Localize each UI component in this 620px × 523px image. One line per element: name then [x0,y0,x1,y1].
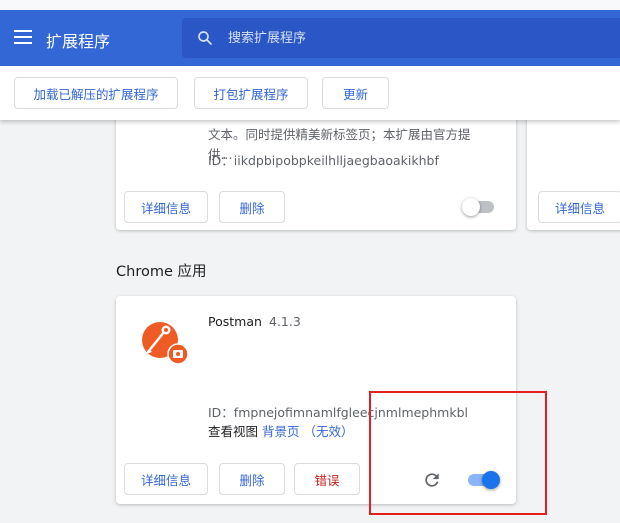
extension-version: 4.1.3 [269,314,301,329]
inspect-views-label: 查看视图 [208,424,259,439]
load-unpacked-button[interactable]: 加载已解压的扩展程序 [14,77,178,109]
extension-description: 文本。同时提供精美新标签页；本扩展由官方提 [208,127,471,142]
pack-extension-button[interactable]: 打包扩展程序 [194,77,308,109]
window-top-strip [0,0,620,10]
errors-button[interactable]: 错误 [294,463,360,495]
details-button[interactable]: 详细信息 [124,463,208,495]
reload-icon[interactable] [422,470,442,490]
postman-logo-icon [142,322,189,365]
details-button-partial[interactable]: 详细信息 [538,191,620,223]
remove-button[interactable]: 删除 [219,463,285,495]
page-title: 扩展程序 [46,32,111,51]
update-button[interactable]: 更新 [322,77,389,109]
enable-toggle[interactable] [464,471,500,489]
enable-toggle[interactable] [462,198,498,216]
details-button[interactable]: 详细信息 [124,191,208,223]
postman-app-card: Postman 4.1.3 ID：fmpnejofimnamlfgleecjnm… [116,296,516,504]
chrome-apps-heading: Chrome 应用 [116,264,207,280]
extension-id: ID：iikdpbipobpkeilhlljaegbaoakikhbf [208,153,439,168]
developer-toolbar: 加载已解压的扩展程序 打包扩展程序 更新 [0,66,620,120]
inspect-views-row: 查看视图 背景页 （无效） [208,421,354,440]
search-box[interactable] [182,18,620,58]
app-header: 扩展程序 [0,10,620,66]
extension-name: Postman [208,314,262,329]
background-page-link[interactable]: 背景页 [262,424,300,439]
search-input[interactable] [228,27,598,49]
remove-button[interactable]: 删除 [219,191,285,223]
hamburger-menu-icon[interactable] [14,30,32,44]
inactive-status: （无效） [303,424,354,439]
extension-id: ID：fmpnejofimnamlfgleecjnmlmephmkbl [208,405,468,420]
search-icon [198,31,212,45]
